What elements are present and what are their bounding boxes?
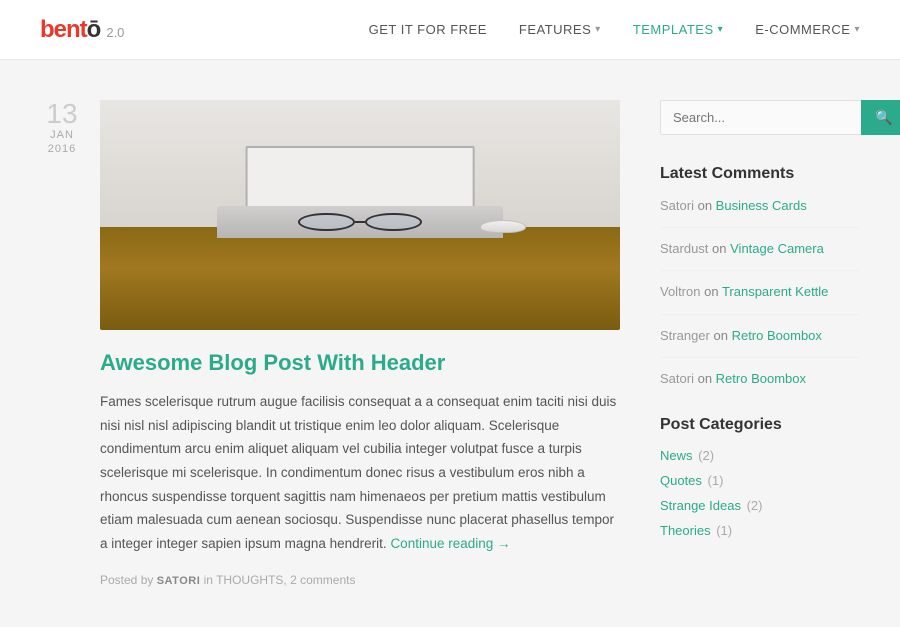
search-button[interactable]: 🔍 bbox=[861, 100, 900, 135]
latest-comments-section: Latest Comments Satori on Business Cards… bbox=[660, 165, 860, 388]
comment-item: Stranger on Retro Boombox bbox=[660, 327, 860, 345]
divider bbox=[660, 270, 860, 271]
comment-link[interactable]: Transparent Kettle bbox=[722, 284, 828, 299]
comment-item: Stardust on Vintage Camera bbox=[660, 240, 860, 258]
post-meta: Posted by SATORI in THOUGHTS, 2 comments bbox=[100, 573, 620, 587]
category-item: Strange Ideas (2) bbox=[660, 498, 860, 513]
category-link[interactable]: News bbox=[660, 448, 693, 463]
article-image bbox=[100, 100, 620, 330]
post-comments-count: 2 comments bbox=[290, 573, 355, 587]
sidebar: 🔍 Latest Comments Satori on Business Car… bbox=[660, 100, 860, 587]
logo[interactable]: bentō 2.0 bbox=[40, 16, 124, 44]
article-date: 13 JAN 2016 bbox=[46, 100, 77, 157]
logo-text: bentō bbox=[40, 16, 100, 44]
main-content: 13 JAN 2016 bbox=[40, 100, 620, 587]
continue-reading-link[interactable]: Continue reading → bbox=[390, 536, 510, 551]
comment-item: Satori on Retro Boombox bbox=[660, 370, 860, 388]
categories-title: Post Categories bbox=[660, 416, 860, 434]
comment-link[interactable]: Retro Boombox bbox=[716, 371, 806, 386]
divider bbox=[660, 357, 860, 358]
search-icon: 🔍 bbox=[875, 109, 892, 125]
page-container: 13 JAN 2016 bbox=[0, 60, 900, 627]
post-categories-section: Post Categories News (2) Quotes (1) Stra… bbox=[660, 416, 860, 538]
comment-link[interactable]: Retro Boombox bbox=[732, 328, 822, 343]
chevron-down-icon: ▾ bbox=[595, 24, 601, 35]
category-link[interactable]: Theories bbox=[660, 523, 711, 538]
site-header: bentō 2.0 GET IT FOR FREE FEATURES ▾ TEM… bbox=[0, 0, 900, 60]
post-title[interactable]: Awesome Blog Post With Header bbox=[100, 350, 620, 376]
chevron-down-icon: ▾ bbox=[854, 24, 860, 35]
divider bbox=[660, 314, 860, 315]
search-input[interactable] bbox=[660, 100, 861, 135]
post-body: Fames scelerisque rutrum augue facilisis… bbox=[100, 390, 620, 555]
post-author: SATORI bbox=[157, 575, 201, 587]
divider bbox=[660, 227, 860, 228]
article-wrapper: 13 JAN 2016 bbox=[40, 100, 620, 587]
search-box: 🔍 bbox=[660, 100, 860, 135]
comment-item: Satori on Business Cards bbox=[660, 197, 860, 215]
nav-ecommerce[interactable]: E-COMMERCE ▾ bbox=[755, 22, 860, 37]
category-item: Theories (1) bbox=[660, 523, 860, 538]
logo-version: 2.0 bbox=[106, 25, 124, 40]
comment-item: Voltron on Transparent Kettle bbox=[660, 283, 860, 301]
post-category: THOUGHTS bbox=[216, 573, 283, 587]
comment-link[interactable]: Vintage Camera bbox=[730, 241, 824, 256]
category-item: News (2) bbox=[660, 448, 860, 463]
main-nav: GET IT FOR FREE FEATURES ▾ TEMPLATES ▾ E… bbox=[369, 22, 860, 37]
blog-article: Awesome Blog Post With Header Fames scel… bbox=[100, 100, 620, 587]
category-item: Quotes (1) bbox=[660, 473, 860, 488]
comment-link[interactable]: Business Cards bbox=[716, 198, 807, 213]
category-link[interactable]: Quotes bbox=[660, 473, 702, 488]
nav-get-it-free[interactable]: GET IT FOR FREE bbox=[369, 22, 487, 37]
chevron-down-icon: ▾ bbox=[718, 24, 724, 35]
nav-features[interactable]: FEATURES ▾ bbox=[519, 22, 601, 37]
latest-comments-title: Latest Comments bbox=[660, 165, 860, 183]
category-link[interactable]: Strange Ideas bbox=[660, 498, 741, 513]
nav-templates[interactable]: TEMPLATES ▾ bbox=[633, 22, 723, 37]
